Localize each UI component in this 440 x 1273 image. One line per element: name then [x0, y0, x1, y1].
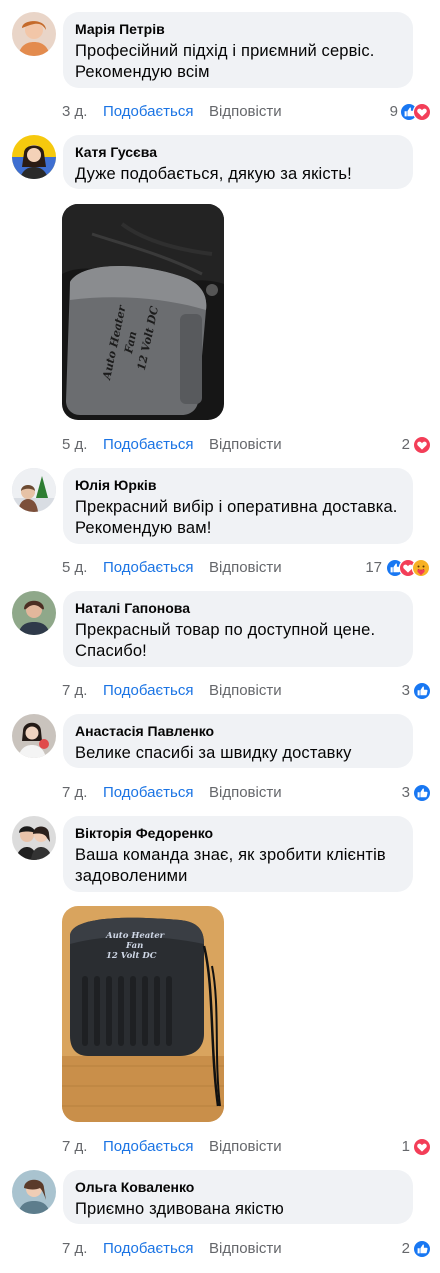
like-icon [413, 681, 432, 701]
like-button[interactable]: Подобається [103, 1239, 193, 1259]
comment-author[interactable]: Вікторія Федоренко [75, 824, 401, 842]
comment-author[interactable]: Катя Гусєва [75, 143, 401, 161]
comment-actions: 7 д. Подобається Відповісти 3 [62, 681, 432, 701]
reaction-count[interactable]: 1 [402, 1137, 410, 1157]
like-icon [413, 1239, 432, 1259]
reaction-count[interactable]: 2 [402, 1239, 410, 1259]
comment-timestamp[interactable]: 3 д. [62, 102, 87, 122]
comment-author[interactable]: Марія Петрів [75, 20, 401, 38]
reaction-count[interactable]: 9 [390, 102, 398, 122]
photo-label: 12 Volt DC [106, 951, 157, 961]
reply-button: Відповісти [209, 103, 282, 120]
photo-label: Fan [125, 941, 143, 951]
comment-text: Дуже подобається, дякую за якість! [75, 165, 352, 183]
comment-author[interactable]: Анастасія Павленко [75, 722, 401, 740]
reactions-summary[interactable] [413, 681, 432, 701]
comment-actions: 7 д. Подобається Відповісти 2 [62, 1239, 432, 1259]
avatar[interactable] [12, 1170, 56, 1214]
comment-text: Ваша команда знає, як зробити клієнтів з… [75, 846, 386, 885]
comment-timestamp[interactable]: 5 д. [62, 558, 87, 578]
love-icon [413, 1137, 432, 1157]
reaction-count[interactable]: 17 [365, 558, 382, 578]
reply-button: Відповісти [209, 1240, 282, 1257]
comment-bubble: Марія Петрів Професійний підхід і приємн… [63, 12, 413, 88]
love-icon [412, 102, 432, 122]
comment-bubble: Анастасія Павленко Велике спасибі за шви… [63, 714, 413, 768]
comment-text: Велике спасибі за швидку доставку [75, 744, 352, 762]
reactions-summary[interactable] [413, 435, 432, 455]
care-icon [411, 558, 431, 578]
comment-bubble: Вікторія Федоренко Ваша команда знає, як… [63, 816, 413, 892]
reply-button: Відповісти [209, 436, 282, 453]
comment-text: Приємно здивована якістю [75, 1200, 284, 1218]
avatar[interactable] [12, 468, 56, 512]
like-button[interactable]: Подобається [103, 783, 193, 803]
avatar[interactable] [12, 816, 56, 860]
reply-button: Відповісти [209, 559, 282, 576]
like-icon [413, 783, 432, 803]
comment-actions: 5 д. Подобається Відповісти 2 [62, 435, 432, 455]
comment-text: Прекрасный товар по доступной цене. Спас… [75, 621, 376, 660]
comment-bubble: Ольга Коваленко Приємно здивована якістю [63, 1170, 413, 1224]
comment-timestamp[interactable]: 7 д. [62, 681, 87, 701]
like-button[interactable]: Подобається [103, 1137, 193, 1157]
comment-timestamp[interactable]: 7 д. [62, 1137, 87, 1157]
comment-bubble: Наталі Гапонова Прекрасный товар по дост… [63, 591, 413, 667]
reaction-count[interactable]: 3 [402, 681, 410, 701]
like-button[interactable]: Подобається [103, 558, 193, 578]
reactions-summary[interactable] [413, 1137, 432, 1157]
reaction-count[interactable]: 3 [402, 783, 410, 803]
reactions-summary[interactable] [386, 558, 432, 578]
comment-bubble: Юлія Юрків Прекрасний вибір і оперативна… [63, 468, 413, 544]
avatar[interactable] [12, 135, 56, 179]
comment-timestamp[interactable]: 5 д. [62, 435, 87, 455]
photo-label: Auto Heater [105, 931, 165, 941]
reactions-summary[interactable] [413, 1239, 432, 1259]
avatar[interactable] [12, 591, 56, 635]
comment-actions: 7 д. Подобається Відповісти 1 [62, 1137, 432, 1157]
comment-actions: 3 д. Подобається Відповісти 9 [62, 102, 432, 122]
love-icon [413, 435, 432, 455]
reaction-count[interactable]: 2 [402, 435, 410, 455]
comment-timestamp[interactable]: 7 д. [62, 1239, 87, 1259]
reply-button: Відповісти [209, 784, 282, 801]
reactions-summary[interactable] [413, 783, 432, 803]
comment-bubble: Катя Гусєва Дуже подобається, дякую за я… [63, 135, 413, 189]
avatar[interactable] [12, 12, 56, 56]
comment-timestamp[interactable]: 7 д. [62, 783, 87, 803]
comment-actions: 7 д. Подобається Відповісти 3 [62, 783, 432, 803]
avatar[interactable] [12, 714, 56, 758]
comment-photo[interactable]: Auto Heater Fan 12 Volt DC [62, 906, 224, 1122]
like-button[interactable]: Подобається [103, 102, 193, 122]
comment-author[interactable]: Юлія Юрків [75, 476, 401, 494]
like-button[interactable]: Подобається [103, 435, 193, 455]
comment-text: Прекрасний вибір і оперативна доставка. … [75, 498, 398, 537]
comment-author[interactable]: Наталі Гапонова [75, 599, 401, 617]
reply-button: Відповісти [209, 682, 282, 699]
comment-actions: 5 д. Подобається Відповісти 17 [62, 558, 432, 578]
comment-photo[interactable]: Auto Heater Fan 12 Volt DC [62, 204, 224, 420]
reply-button: Відповісти [209, 1138, 282, 1155]
comment-text: Професійний підхід і приємний сервіс. Ре… [75, 42, 375, 81]
reactions-summary[interactable] [400, 102, 432, 122]
like-button[interactable]: Подобається [103, 681, 193, 701]
comment-author[interactable]: Ольга Коваленко [75, 1178, 401, 1196]
